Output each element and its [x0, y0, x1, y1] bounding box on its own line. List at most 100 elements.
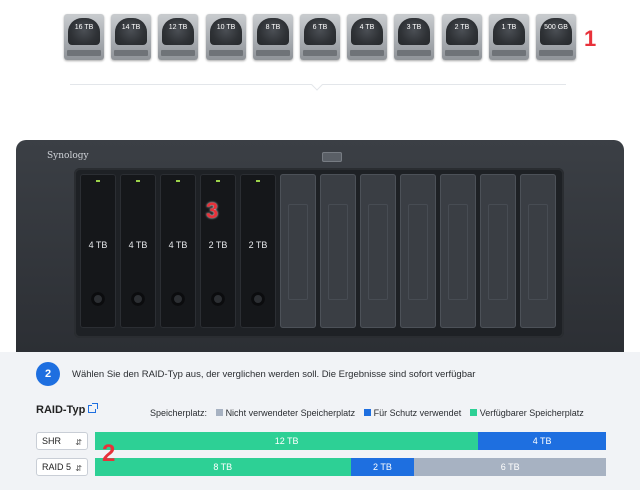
empty-slot-outline — [288, 204, 308, 300]
empty-slot-outline — [448, 204, 468, 300]
raid-type-select[interactable]: RAID 5 ⇵ — [36, 458, 88, 476]
annotation-number-1: 1 — [584, 26, 597, 51]
status-led — [136, 180, 140, 182]
legend-item-unused: Nicht verwendeter Speicherplatz — [225, 407, 356, 418]
legend-swatch-protection — [363, 409, 371, 417]
drive-bay-empty[interactable] — [400, 174, 436, 328]
bay-capacity: 2 TB — [248, 240, 268, 250]
legend-item-available: Verfügbarer Speicherplatz — [479, 407, 584, 418]
drive-bay-filled[interactable]: 2 TB — [240, 174, 276, 328]
empty-slot-outline — [528, 204, 548, 300]
status-led — [256, 180, 260, 182]
hdd-icon — [540, 18, 572, 45]
capacity-segment: 4 TB — [478, 432, 606, 450]
hdd-icon — [210, 18, 242, 45]
drive-capacity: 4 TB — [359, 24, 375, 31]
drive-option[interactable]: 500 GB — [536, 14, 576, 60]
empty-slot-outline — [368, 204, 388, 300]
drive-bay-empty[interactable] — [280, 174, 316, 328]
drive-option[interactable]: 16 TB — [64, 14, 104, 60]
drive-option[interactable]: 12 TB — [158, 14, 198, 60]
drive-connector — [256, 50, 290, 56]
select-chevron-icon: ⇵ — [75, 438, 82, 447]
hdd-icon — [115, 18, 147, 45]
drive-bay-filled[interactable]: 4 TB — [80, 174, 116, 328]
annotation-number-3: 3 — [206, 198, 219, 223]
step-badge: 2 — [36, 362, 60, 386]
raid-type-select[interactable]: SHR ⇵ — [36, 432, 88, 450]
drive-option[interactable]: 2 TB — [442, 14, 482, 60]
hdd-icon — [162, 18, 194, 45]
bay-capacity: 4 TB — [168, 240, 188, 250]
drive-bay-filled[interactable]: 4 TB — [120, 174, 156, 328]
drive-capacity: 500 GB — [544, 24, 568, 31]
drive-option[interactable]: 10 TB — [206, 14, 246, 60]
drive-option[interactable]: 4 TB — [347, 14, 387, 60]
drive-capacity: 14 TB — [121, 24, 141, 31]
bay-capacity: 4 TB — [128, 240, 148, 250]
capacity-segment: 6 TB — [414, 458, 606, 476]
capacity-segment: 12 TB — [95, 432, 479, 450]
latch-icon — [171, 292, 185, 306]
latch-icon — [211, 292, 225, 306]
bay-capacity: 4 TB — [88, 240, 108, 250]
instruction-text: Wählen Sie den RAID-Typ aus, der verglic… — [72, 369, 476, 380]
drive-capacity: 6 TB — [312, 24, 328, 31]
legend-swatch-available — [469, 409, 477, 417]
bay-capacity: 2 TB — [208, 240, 228, 250]
hdd-icon — [493, 18, 525, 45]
drive-capacity: 12 TB — [168, 24, 188, 31]
drive-bay-filled[interactable]: 4 TB — [160, 174, 196, 328]
drive-option[interactable]: 3 TB — [394, 14, 434, 60]
drive-option[interactable]: 8 TB — [253, 14, 293, 60]
capacity-segment: 2 TB — [350, 458, 415, 476]
drive-connector — [67, 50, 101, 56]
drive-bay-empty[interactable] — [520, 174, 556, 328]
empty-slot-outline — [408, 204, 428, 300]
drive-picker: 16 TB 14 TB 12 TB 10 TB 8 TB 6 TB 4 TB 3 TB 2 TB… — [64, 14, 576, 62]
latch-icon — [251, 292, 265, 306]
drive-connector — [114, 50, 148, 56]
drive-connector — [539, 50, 573, 56]
hdd-icon — [398, 18, 430, 45]
legend-item-protection: Für Schutz verwendet — [373, 407, 462, 418]
raid-panel: 2 Wählen Sie den RAID-Typ aus, der vergl… — [0, 352, 640, 490]
capacity-bar: 8 TB 2 TB 6 TB — [95, 458, 606, 476]
drive-bay-empty[interactable] — [320, 174, 356, 328]
hdd-icon — [304, 18, 336, 45]
drive-connector — [445, 50, 479, 56]
power-button[interactable] — [322, 152, 342, 162]
raid-type-link[interactable]: RAID-Typ — [36, 403, 99, 416]
drive-capacity: 16 TB — [74, 24, 94, 31]
annotation-number-2: 2 — [102, 440, 116, 467]
legend-label: Speicherplatz: — [150, 407, 208, 418]
status-led — [96, 180, 100, 182]
external-link-icon — [88, 403, 99, 413]
drive-option[interactable]: 6 TB — [300, 14, 340, 60]
hdd-icon — [446, 18, 478, 45]
empty-slot-outline — [328, 204, 348, 300]
drive-connector — [397, 50, 431, 56]
raid-type-title: RAID-Typ — [36, 404, 86, 416]
drive-capacity: 10 TB — [216, 24, 236, 31]
select-chevron-icon: ⇵ — [75, 464, 82, 473]
drive-option[interactable]: 1 TB — [489, 14, 529, 60]
drive-option[interactable]: 14 TB — [111, 14, 151, 60]
status-led — [216, 180, 220, 182]
drive-capacity: 8 TB — [265, 24, 281, 31]
drive-capacity: 3 TB — [406, 24, 422, 31]
capacity-segment: 8 TB — [95, 458, 351, 476]
raid-type-value: SHR — [42, 436, 62, 446]
drive-bay-empty[interactable] — [440, 174, 476, 328]
drive-connector — [492, 50, 526, 56]
hdd-icon — [257, 18, 289, 45]
latch-icon — [91, 292, 105, 306]
hdd-icon — [351, 18, 383, 45]
drive-bay-empty[interactable] — [480, 174, 516, 328]
drive-connector — [303, 50, 337, 56]
nas-chassis: Synology 4 TB 4 TB 4 TB 2 TB 2 TB — [16, 140, 624, 352]
divider-notch — [311, 79, 323, 91]
drive-bay-empty[interactable] — [360, 174, 396, 328]
drive-capacity: 2 TB — [454, 24, 470, 31]
empty-slot-outline — [488, 204, 508, 300]
